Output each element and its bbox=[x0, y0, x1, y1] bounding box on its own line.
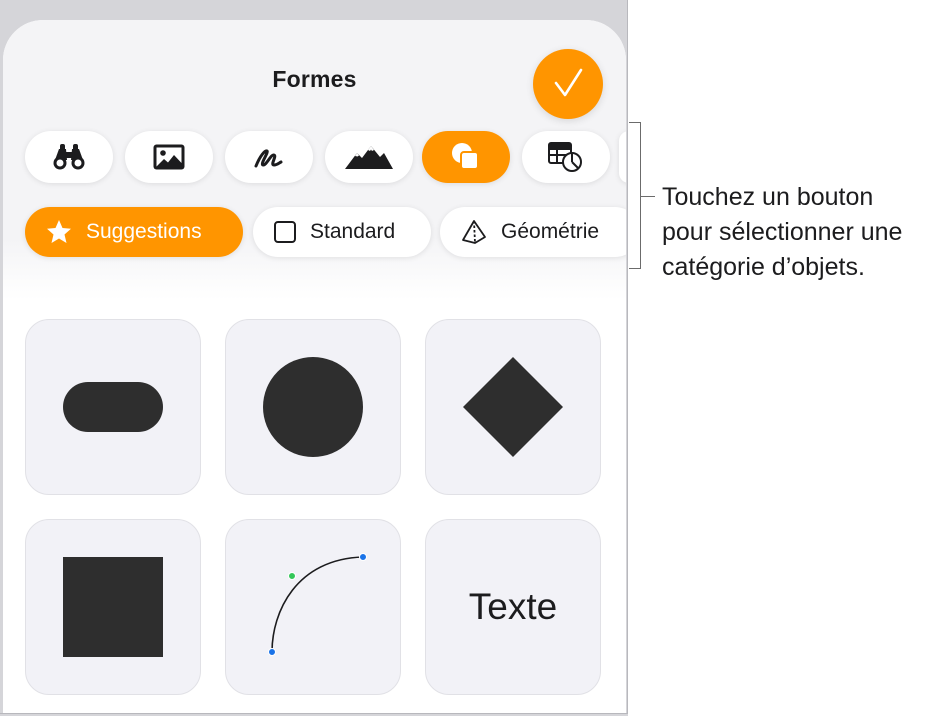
photo-icon bbox=[153, 144, 185, 170]
category-bar bbox=[3, 131, 626, 187]
tab-label: Suggestions bbox=[86, 220, 202, 243]
subcategory-tabs: Suggestions Standard Géométrie bbox=[3, 207, 626, 263]
drawing-icon bbox=[254, 149, 283, 168]
callout-line-2: pour sélectionner une bbox=[662, 218, 903, 246]
shape-tile-diamond[interactable] bbox=[425, 319, 601, 495]
category-button-shapes[interactable] bbox=[422, 131, 510, 183]
callout-line-1: Touchez un bouton bbox=[662, 183, 874, 211]
rounded-rectangle-shape bbox=[63, 382, 163, 432]
star-icon bbox=[45, 218, 73, 246]
category-button-more[interactable] bbox=[619, 131, 626, 183]
tab-geometrie[interactable]: Géométrie bbox=[440, 207, 626, 257]
category-button-drawing[interactable] bbox=[225, 131, 313, 183]
done-button[interactable] bbox=[533, 49, 603, 119]
shape-tile-curve[interactable] bbox=[225, 519, 401, 695]
category-button-photo[interactable] bbox=[125, 131, 213, 183]
curve-shape bbox=[268, 553, 367, 656]
tab-label: Standard bbox=[310, 220, 396, 243]
shapes-sheet: Formes Suggestions Standard Géométrie Te… bbox=[3, 20, 626, 713]
pyramid-icon bbox=[460, 219, 488, 245]
tab-suggestions[interactable]: Suggestions bbox=[25, 207, 243, 257]
diamond-shape bbox=[463, 357, 563, 457]
table-chart-icon bbox=[548, 142, 582, 172]
category-button-binoculars[interactable] bbox=[25, 131, 113, 183]
square-shape bbox=[63, 557, 163, 657]
shape-tile-rounded-rectangle[interactable] bbox=[25, 319, 201, 495]
binoculars-icon bbox=[53, 144, 85, 170]
circle-shape bbox=[263, 357, 363, 457]
tab-label: Géométrie bbox=[501, 220, 600, 243]
callout-leader-line bbox=[641, 196, 655, 197]
callout-text: Touchez un bouton pour sélectionner une … bbox=[662, 180, 952, 285]
shape-tile-text[interactable]: Texte bbox=[425, 519, 601, 695]
category-button-table-chart[interactable] bbox=[522, 131, 610, 183]
shape-tile-square[interactable] bbox=[25, 519, 201, 695]
shape-tile-circle[interactable] bbox=[225, 319, 401, 495]
checkmark-icon bbox=[554, 68, 583, 97]
category-button-mountains[interactable] bbox=[325, 131, 413, 183]
text-shape-label: Texte bbox=[468, 586, 558, 627]
callout-bracket bbox=[629, 122, 641, 269]
mountains-icon bbox=[345, 146, 393, 169]
shapes-icon bbox=[452, 143, 479, 170]
tab-standard[interactable]: Standard bbox=[253, 207, 431, 257]
square-outline-icon bbox=[273, 220, 297, 244]
callout-line-3: catégorie d’objets. bbox=[662, 253, 865, 281]
